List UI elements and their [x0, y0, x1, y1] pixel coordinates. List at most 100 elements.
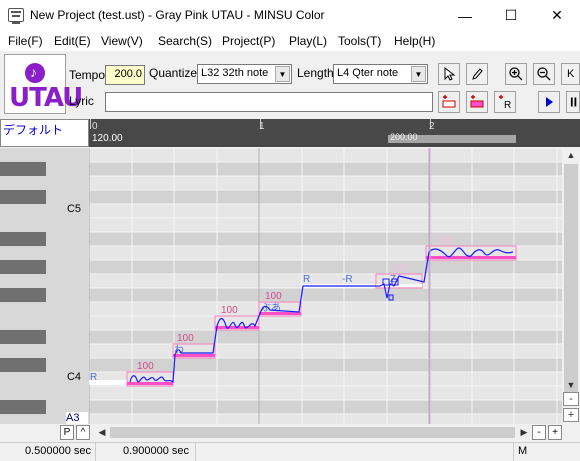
grid-row: [89, 302, 562, 316]
key-icon: K: [567, 68, 575, 80]
insert-note-button[interactable]: [438, 91, 460, 113]
zoom-in-icon: [509, 67, 523, 81]
black-key: [0, 288, 46, 302]
status-note-time: 0.900000 sec: [96, 443, 196, 461]
minimize-button[interactable]: —: [442, 0, 488, 31]
key-tool-button[interactable]: K: [561, 63, 580, 85]
vertical-scrollbar[interactable]: ▲ ▼ - +: [562, 148, 580, 424]
chevron-down-icon: ▼: [411, 66, 426, 82]
quantize-select[interactable]: L32 32th note ▼: [197, 64, 292, 84]
menu-bar: File(F) Edit(E) View(V) Search(S) Projec…: [0, 31, 580, 51]
note-block[interactable]: [127, 382, 173, 385]
tempo-marker[interactable]: 200.00: [388, 132, 516, 143]
track-ruler-bar: デフォルト 0 1 2 120.00 200.00: [0, 119, 580, 147]
lyric-input[interactable]: [105, 92, 433, 112]
title-bar: New Project (test.ust) - Gray Pink UTAU …: [0, 0, 580, 31]
grid-row: [89, 148, 562, 162]
note-velocity: 100: [391, 263, 408, 274]
close-button[interactable]: ✕: [534, 0, 580, 31]
grid-row: [89, 176, 562, 190]
zoom-out-button[interactable]: [533, 63, 555, 85]
scroll-right-icon[interactable]: ▶: [516, 425, 532, 439]
pointer-tool-button[interactable]: [438, 63, 460, 85]
scroll-up-icon[interactable]: ▲: [563, 148, 579, 162]
length-label: Length: [297, 66, 334, 80]
note-velocity: 100: [265, 291, 282, 302]
grid-row: [89, 190, 562, 204]
utau-logo: UTAU: [4, 54, 83, 114]
vertical-scroll-thumb[interactable]: [564, 164, 578, 394]
grid-row: [89, 358, 562, 372]
menu-help[interactable]: Help(H): [394, 34, 435, 48]
length-select[interactable]: L4 Qter note ▼: [333, 64, 428, 84]
add-rest-icon: R: [499, 95, 511, 109]
grid-row: [89, 204, 562, 218]
black-key: [0, 260, 46, 274]
menu-play[interactable]: Play(L): [289, 34, 327, 48]
maximize-button[interactable]: ☐: [488, 0, 534, 31]
track-tab[interactable]: デフォルト: [0, 119, 89, 147]
length-value: L4 Qter note: [337, 67, 399, 79]
black-key: [0, 330, 46, 344]
track-name: デフォルト: [3, 123, 64, 137]
zoom-in-button[interactable]: [505, 63, 527, 85]
lyric-label: Lyric: [69, 94, 94, 108]
p-button[interactable]: P: [60, 425, 74, 440]
piano-roll[interactable]: R 100 100 わ 100 100 ぶあ R -R 100 Z 100: [89, 148, 562, 424]
c5-label: C5: [66, 203, 81, 215]
chevron-down-icon: ▼: [275, 66, 290, 82]
horizontal-zoom-out-button[interactable]: -: [532, 425, 546, 440]
menu-file[interactable]: File(F): [8, 34, 43, 48]
menu-edit[interactable]: Edit(E): [54, 34, 91, 48]
black-key: [0, 400, 46, 414]
quantize-label: Quantize: [149, 66, 198, 80]
pause-button[interactable]: [566, 91, 580, 113]
grid-row: [89, 162, 562, 176]
scroll-down-icon[interactable]: ▼: [563, 378, 579, 392]
note-lyric: ぶあ: [261, 302, 281, 314]
note-velocity: 100: [177, 333, 194, 344]
grid-row: [89, 386, 562, 400]
add-note-button[interactable]: [466, 91, 488, 113]
black-key: [0, 232, 46, 246]
quantize-value: L32 32th note: [201, 67, 269, 79]
vertical-zoom-out-button[interactable]: -: [563, 392, 579, 406]
tempo-marker-value: 200.00: [390, 132, 418, 142]
play-icon: [546, 97, 553, 107]
tempo-label: Tempo: [69, 68, 106, 82]
cursor-icon: [444, 67, 456, 81]
a3-label: A3: [66, 412, 88, 424]
window-title: New Project (test.ust) - Gray Pink UTAU …: [30, 8, 325, 22]
play-button[interactable]: [538, 91, 560, 113]
black-key: [0, 162, 46, 176]
status-position-time: 0.500000 sec: [0, 443, 96, 461]
status-empty: [196, 443, 514, 461]
measure-tick: [90, 119, 91, 129]
horizontal-zoom-in-button[interactable]: +: [548, 425, 562, 440]
grid-row: [89, 400, 562, 414]
piano-roll-canvas[interactable]: R 100 100 わ 100 100 ぶあ R -R 100 Z 100: [89, 148, 562, 424]
menu-tools[interactable]: Tools(T): [338, 34, 381, 48]
note-velocity: 100: [221, 305, 238, 316]
grid-row: [89, 316, 562, 330]
menu-search[interactable]: Search(S): [158, 34, 212, 48]
scroll-left-icon[interactable]: ◀: [94, 425, 110, 439]
grid-row: [89, 330, 562, 344]
black-key: [0, 358, 46, 372]
pause-icon: [570, 97, 577, 107]
note-velocity: 100: [434, 235, 451, 246]
note-velocity: 100: [137, 361, 154, 372]
menu-project[interactable]: Project(P): [222, 34, 275, 48]
menu-view[interactable]: View(V): [101, 34, 143, 48]
horizontal-scroll-thumb[interactable]: [110, 427, 515, 438]
tempo-input[interactable]: 200.0: [105, 65, 145, 85]
grid-row: [89, 288, 562, 302]
vertical-zoom-in-button[interactable]: +: [563, 408, 579, 422]
pencil-tool-button[interactable]: [466, 63, 488, 85]
caret-button[interactable]: ^: [76, 425, 90, 440]
horizontal-bar: P ^ ◀ ▶ - +: [0, 424, 580, 441]
piano-keyboard[interactable]: C5 C4 A3: [0, 148, 89, 424]
measure-label: 2: [429, 121, 435, 132]
black-key: [0, 190, 46, 204]
add-rest-button[interactable]: R: [494, 91, 516, 113]
